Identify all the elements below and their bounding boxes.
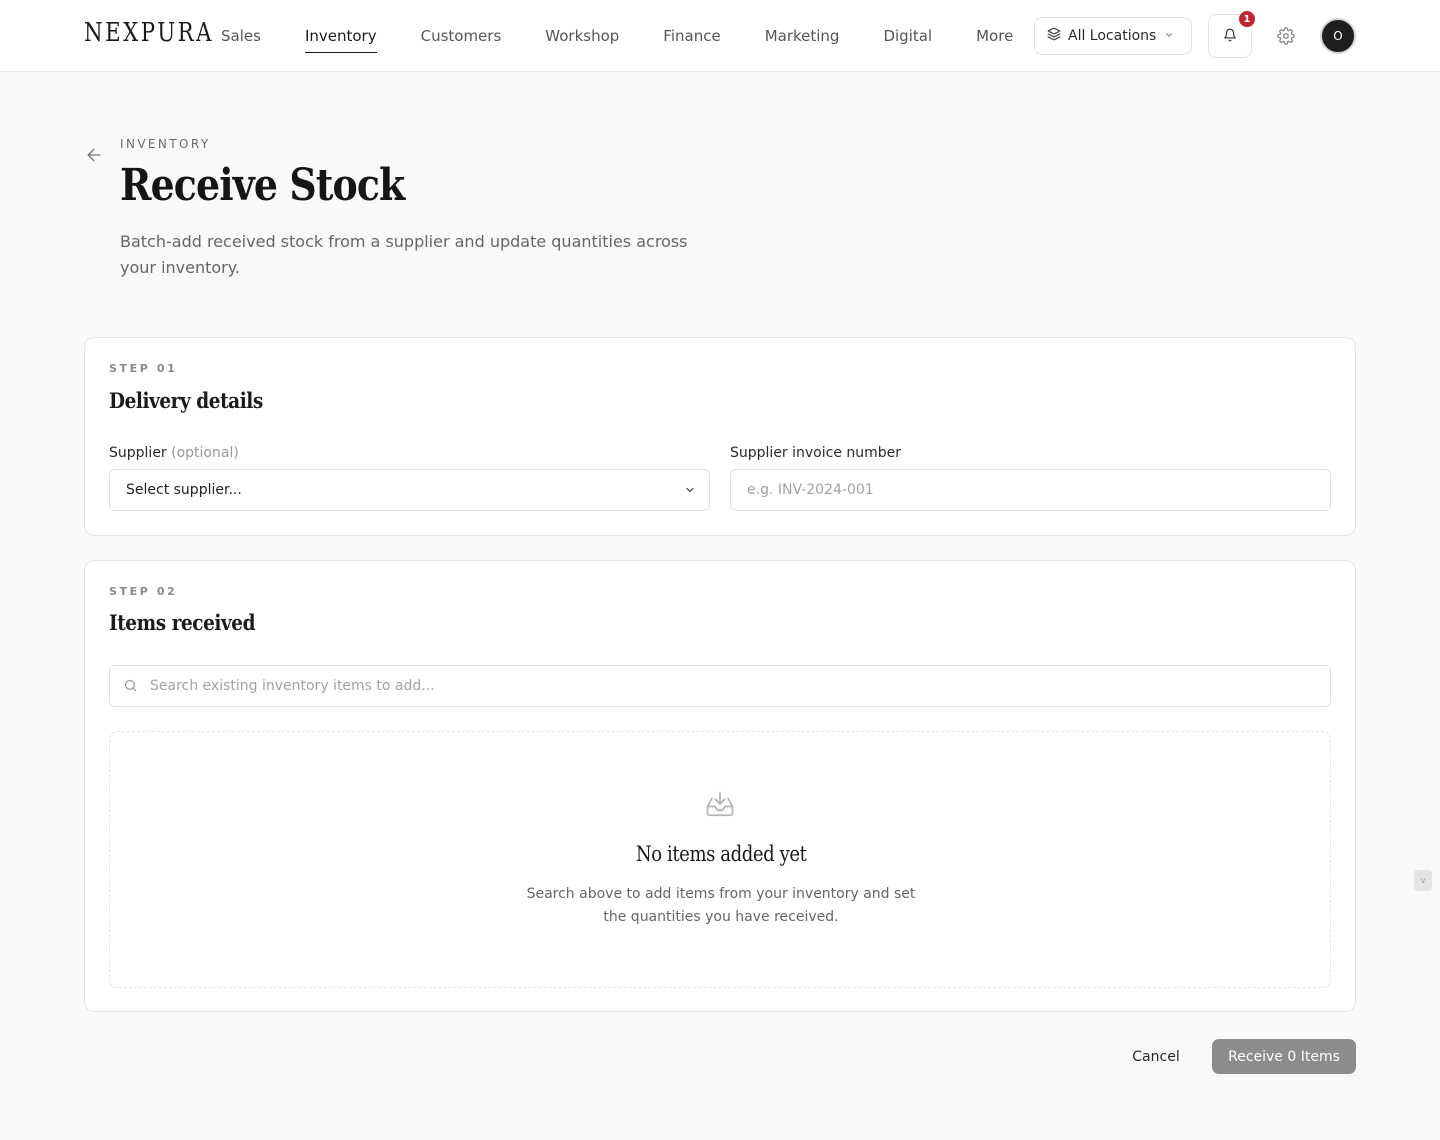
- step-label: STEP 02: [109, 585, 178, 598]
- supplier-label: Supplier (optional): [109, 445, 239, 461]
- user-avatar[interactable]: O: [1320, 18, 1356, 54]
- nav-item-more[interactable]: More: [976, 0, 1013, 72]
- page-description: Batch-add received stock from a supplier…: [120, 232, 688, 277]
- items-received-card: STEP 02 Items received No items added ye…: [84, 560, 1356, 1012]
- supplier-select-value: Select supplier...: [126, 482, 242, 498]
- page-title: Receive Stock: [120, 160, 405, 211]
- step-label: STEP 01: [109, 362, 178, 375]
- chevron-down-icon: [1164, 28, 1174, 44]
- nav-item-finance[interactable]: Finance: [663, 0, 720, 72]
- nav-item-digital[interactable]: Digital: [883, 0, 932, 72]
- bell-icon: [1223, 27, 1237, 46]
- inventory-search[interactable]: [109, 665, 1331, 707]
- nav-item-inventory[interactable]: Inventory: [304, 0, 377, 72]
- nav-item-workshop[interactable]: Workshop: [545, 0, 619, 72]
- empty-state-title-text: No items added yet: [635, 842, 807, 866]
- back-arrow-icon[interactable]: [84, 145, 104, 165]
- empty-state-description: Search above to add items from your inve…: [526, 886, 916, 925]
- inbox-download-icon: [705, 789, 735, 823]
- nav-item-marketing[interactable]: Marketing: [765, 0, 840, 72]
- breadcrumb: INVENTORY: [120, 137, 211, 151]
- supplier-select[interactable]: Select supplier...: [109, 469, 710, 511]
- invoice-number-label: Supplier invoice number: [730, 445, 902, 461]
- nav-item-sales[interactable]: Sales: [221, 0, 261, 72]
- main-nav: Sales Inventory Customers Workshop Finan…: [221, 0, 1057, 72]
- invoice-number-input[interactable]: [730, 469, 1331, 511]
- search-input[interactable]: [150, 666, 1320, 706]
- nav-item-customers[interactable]: Customers: [421, 0, 502, 72]
- top-navigation: NEXPURA Sales Inventory Customers Worksh…: [0, 0, 1440, 72]
- scroll-down-hint[interactable]: v: [1414, 870, 1432, 891]
- search-icon: [123, 678, 138, 697]
- empty-state-title: No items added yet: [110, 842, 1332, 866]
- notification-badge: 1: [1239, 11, 1255, 27]
- cancel-button[interactable]: Cancel: [1118, 1040, 1194, 1074]
- supplier-label-text: Supplier: [109, 445, 167, 461]
- chevron-down-icon: [684, 484, 696, 500]
- empty-state: No items added yet Search above to add i…: [109, 731, 1331, 988]
- receive-items-button[interactable]: Receive 0 Items: [1212, 1039, 1356, 1074]
- location-label: All Locations: [1068, 28, 1157, 44]
- card-title: Items received: [109, 610, 256, 635]
- delivery-details-card: STEP 01 Delivery details Supplier (optio…: [84, 337, 1356, 536]
- optional-hint: (optional): [171, 445, 239, 461]
- layers-icon: [1047, 27, 1061, 45]
- location-selector[interactable]: All Locations: [1034, 17, 1192, 55]
- gear-icon[interactable]: [1275, 25, 1297, 47]
- card-title: Delivery details: [109, 388, 263, 413]
- brand-logo[interactable]: NEXPURA: [84, 18, 214, 48]
